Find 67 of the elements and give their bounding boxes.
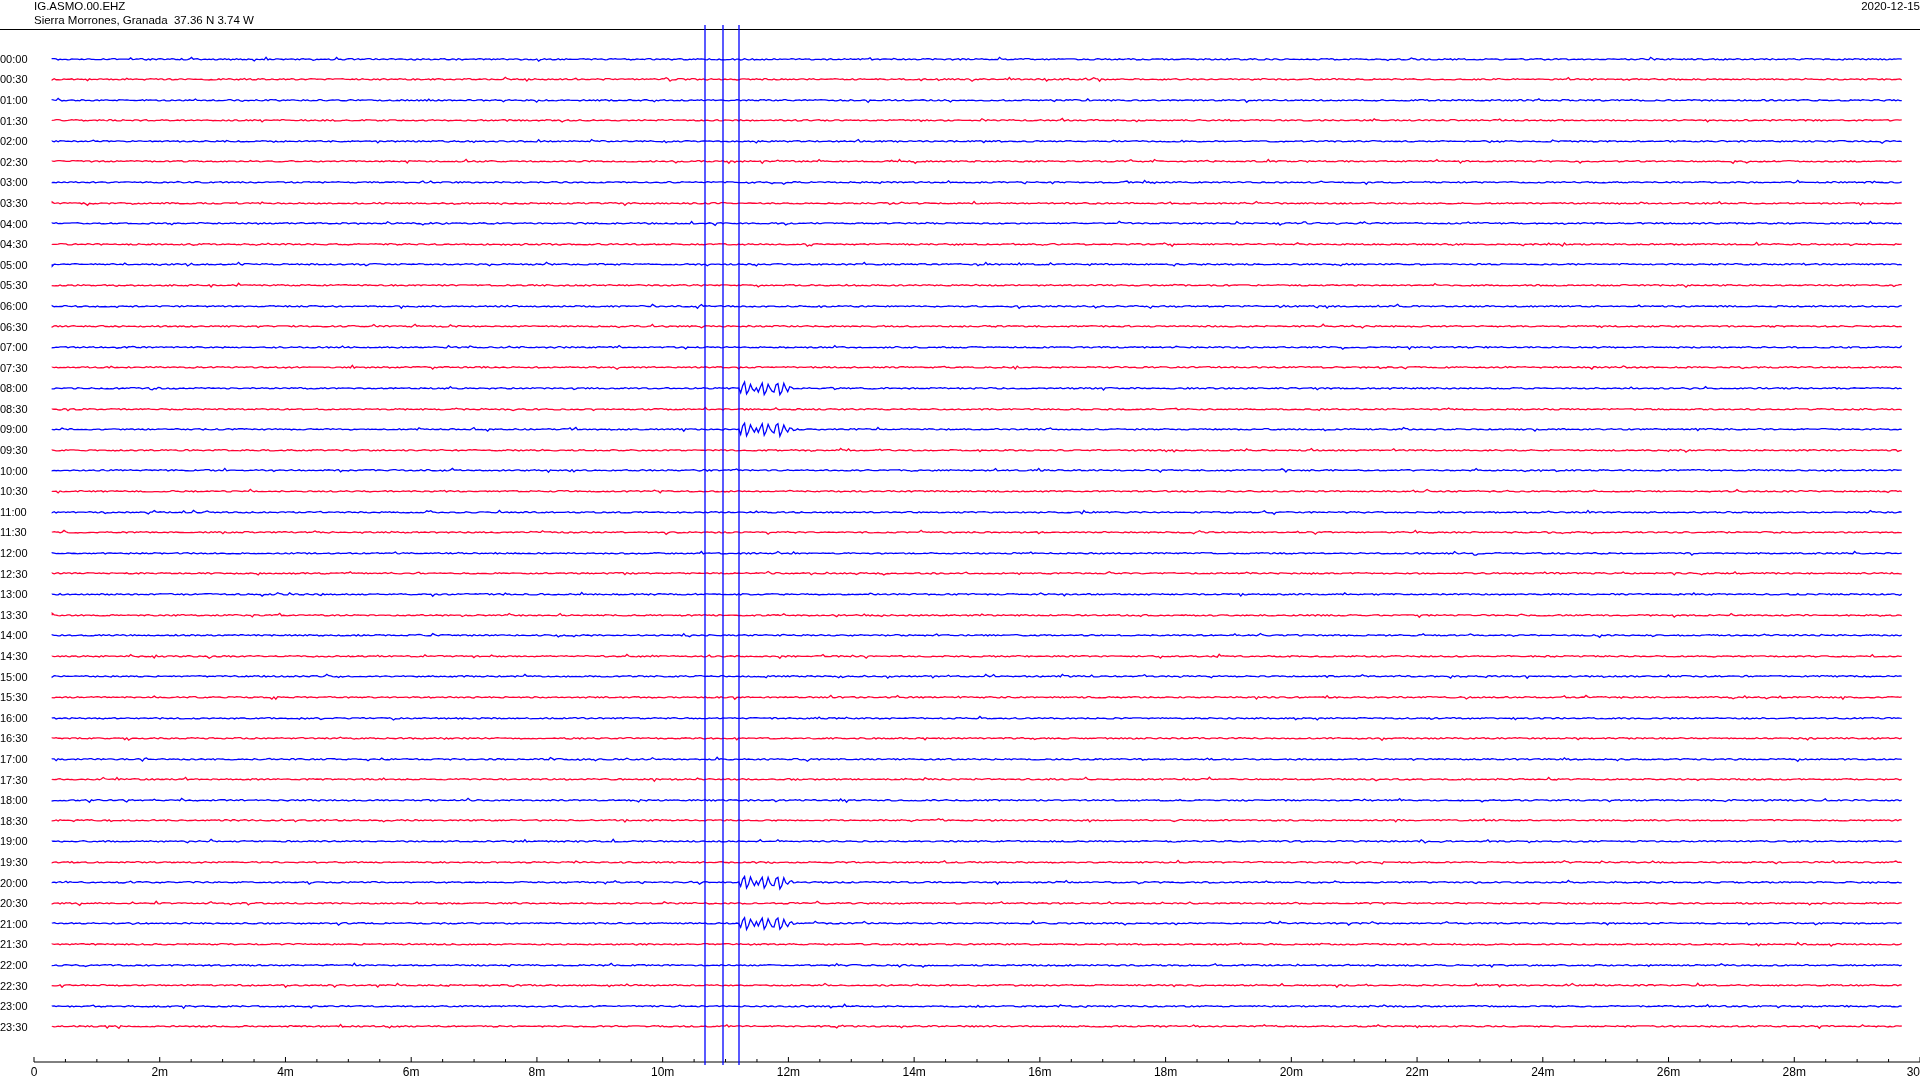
axis-tick-label: 4m xyxy=(277,1065,294,1079)
time-label: 00:00 xyxy=(0,52,29,65)
time-label: 13:00 xyxy=(0,588,29,601)
time-label: 07:30 xyxy=(0,361,29,374)
time-label: 02:00 xyxy=(0,135,29,148)
time-label: 14:00 xyxy=(0,629,29,642)
time-label: 04:00 xyxy=(0,217,29,230)
time-label: 17:30 xyxy=(0,773,29,786)
time-label: 19:30 xyxy=(0,855,29,868)
time-label: 23:30 xyxy=(0,1020,29,1033)
time-label: 14:30 xyxy=(0,650,29,662)
time-label: 12:00 xyxy=(0,547,29,560)
axis-tick-label: 18m xyxy=(1153,1065,1178,1079)
time-label: 05:30 xyxy=(0,279,29,292)
time-label: 11:00 xyxy=(0,505,28,518)
axis-tick-label: 24m xyxy=(1531,1065,1555,1079)
time-label: 10:00 xyxy=(0,464,29,477)
axis-tick-label: 28m xyxy=(1782,1065,1806,1079)
time-label: 16:30 xyxy=(0,732,29,745)
time-label: 22:30 xyxy=(0,979,29,992)
time-label: 00:30 xyxy=(0,73,29,86)
time-label: 23:00 xyxy=(0,1000,29,1013)
axis-tick-label: 26m xyxy=(1656,1065,1681,1079)
axis-tick-label: 6m xyxy=(402,1065,420,1079)
time-label: 20:00 xyxy=(0,876,29,889)
time-label: 17:00 xyxy=(0,753,29,765)
time-label: 09:30 xyxy=(0,444,29,457)
time-label: 15:30 xyxy=(0,691,29,704)
time-label: 13:30 xyxy=(0,608,29,621)
time-label: 21:00 xyxy=(0,917,29,930)
time-label: 01:30 xyxy=(0,114,29,127)
time-label: 22:00 xyxy=(0,958,29,971)
time-label: 18:00 xyxy=(0,794,29,807)
time-label: 12:30 xyxy=(0,567,29,580)
axis-tick-label: 20m xyxy=(1279,1065,1303,1079)
axis-tick-label: 22m xyxy=(1405,1065,1429,1079)
time-label: 07:00 xyxy=(0,341,29,354)
time-label: 10:30 xyxy=(0,485,29,498)
time-label: 03:30 xyxy=(0,196,29,209)
axis-tick-label: 2m xyxy=(151,1065,169,1079)
time-label: 19:00 xyxy=(0,835,29,848)
axis-tick-label: 16m xyxy=(1028,1065,1052,1079)
time-label: 03:00 xyxy=(0,176,29,189)
axis-tick-label: 8m xyxy=(528,1065,546,1079)
time-label: 16:00 xyxy=(0,711,29,724)
record-date: 2020-12-15 xyxy=(1861,0,1920,14)
axis-tick-label: 14m xyxy=(902,1065,926,1079)
time-label: 06:00 xyxy=(0,299,29,312)
station-code: IG.ASMO.00.EHZ xyxy=(34,0,127,14)
time-label: 04:30 xyxy=(0,238,29,251)
time-label: 01:00 xyxy=(0,94,29,106)
axis-tick-label: 30 xyxy=(1906,1065,1920,1079)
time-label: 20:30 xyxy=(0,897,29,910)
time-label: 02:30 xyxy=(0,155,29,168)
axis-tick-label: 12m xyxy=(776,1065,801,1079)
time-label: 21:30 xyxy=(0,938,29,951)
time-label: 15:00 xyxy=(0,670,29,683)
time-label: 08:30 xyxy=(0,402,29,415)
axis-tick-label: 10m xyxy=(651,1065,675,1079)
station-location: Sierra Morrones, Granada 37.36 N 3.74 W xyxy=(34,13,254,27)
time-label: 06:30 xyxy=(0,320,29,333)
time-label: 11:30 xyxy=(0,526,28,539)
time-label: 05:00 xyxy=(0,258,29,271)
time-label: 08:00 xyxy=(0,382,29,395)
time-label: 09:00 xyxy=(0,423,29,436)
time-label: 18:30 xyxy=(0,814,29,827)
axis-tick-label: 0 xyxy=(30,1065,38,1079)
